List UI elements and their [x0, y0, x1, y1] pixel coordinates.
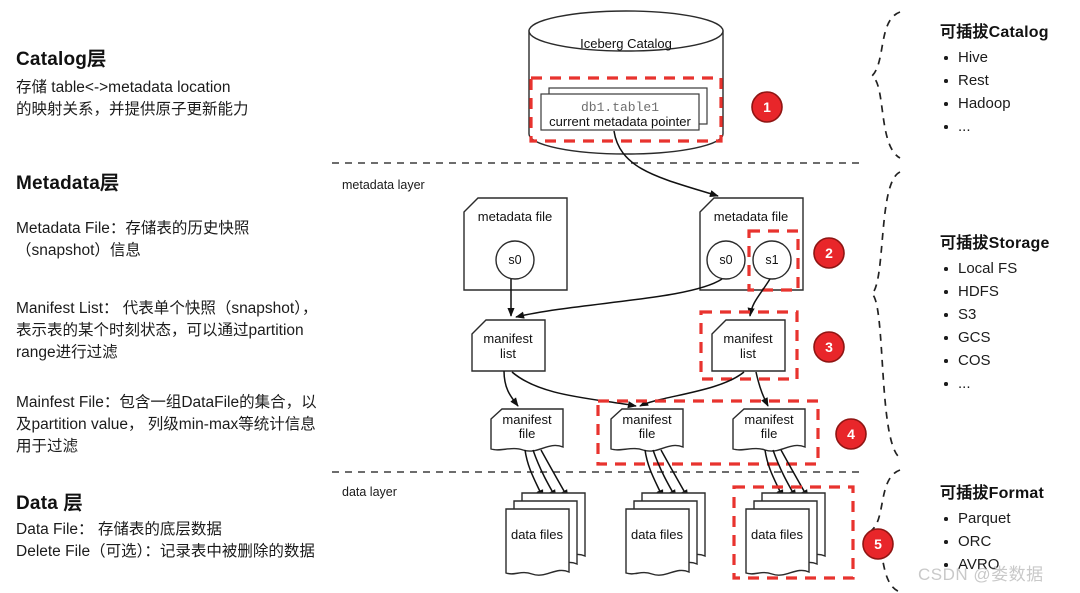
current-metadata-pointer-box: db1.table1 current metadata pointer — [540, 87, 708, 131]
pointer-caption: current metadata pointer — [549, 114, 691, 129]
manifest-file-3-line2: file — [761, 426, 778, 441]
metadata-file-right: metadata file s0 s1 — [699, 197, 804, 291]
data-files-stack-1-label: data files — [511, 527, 564, 542]
link-mfile3-to-datafiles-a — [764, 449, 784, 499]
manifest-list-left-line1: manifest — [483, 331, 533, 346]
watermark: CSDN @娄数据 — [918, 565, 1044, 584]
link-mfile1-to-datafiles-c — [540, 449, 569, 499]
metadata-file-left: metadata file s0 — [463, 197, 568, 291]
badge-1: 1 — [751, 91, 783, 123]
badge-4-number: 4 — [847, 426, 855, 442]
snapshot-s0-left: s0 — [508, 253, 521, 267]
data-files-stack-3: data files — [745, 492, 826, 576]
manifest-file-1-line1: manifest — [502, 412, 552, 427]
architecture-svg: metadata layer data layer Iceberg Catalo… — [332, 10, 901, 593]
snapshot-s1-right: s1 — [765, 253, 778, 267]
link-mfile2-to-datafiles-c — [660, 449, 689, 499]
manifest-list-right: manifest list — [711, 319, 786, 372]
manifest-file-2-line2: file — [639, 426, 656, 441]
data-files-stack-2-label: data files — [631, 527, 684, 542]
badge-3-number: 3 — [825, 339, 833, 355]
manifest-list-left-line2: list — [500, 346, 516, 361]
catalog-cylinder-label: Iceberg Catalog — [580, 36, 672, 51]
badge-5: 5 — [862, 528, 894, 560]
manifest-file-2: manifest file — [610, 408, 684, 452]
metadata-file-left-label: metadata file — [478, 209, 552, 224]
badge-5-number: 5 — [874, 536, 882, 552]
manifest-list-left: manifest list — [471, 319, 546, 372]
link-mfile2-to-datafiles-a — [644, 449, 664, 499]
snapshot-s0-right: s0 — [719, 253, 732, 267]
data-files-stack-2: data files — [625, 492, 706, 576]
manifest-file-1: manifest file — [490, 408, 564, 452]
link-mlleft-to-mfile1 — [503, 370, 519, 407]
pointer-table-name: db1.table1 — [581, 100, 659, 115]
manifest-file-3: manifest file — [732, 408, 806, 452]
brace-catalog — [870, 11, 901, 159]
link-mfile1-to-datafiles-a — [524, 449, 544, 499]
data-files-stack-1: data files — [505, 492, 586, 576]
manifest-file-3-line1: manifest — [744, 412, 794, 427]
manifest-list-right-line2: list — [740, 346, 756, 361]
data-files-stack-3-label: data files — [751, 527, 804, 542]
manifest-list-right-line1: manifest — [723, 331, 773, 346]
badge-3: 3 — [813, 331, 845, 363]
badge-2: 2 — [813, 237, 845, 269]
manifest-file-1-line2: file — [519, 426, 536, 441]
diagram-canvas: Catalog层 存储 table<->metadata location 的映… — [0, 0, 1080, 593]
badge-4: 4 — [835, 418, 867, 450]
badge-1-number: 1 — [763, 99, 771, 115]
metadata-file-right-label: metadata file — [714, 209, 788, 224]
data-layer-label: data layer — [342, 485, 397, 499]
manifest-file-2-line1: manifest — [622, 412, 672, 427]
metadata-layer-label: metadata layer — [342, 178, 425, 192]
badge-2-number: 2 — [825, 245, 833, 261]
iceberg-catalog-cylinder: Iceberg Catalog — [528, 10, 724, 155]
link-mfile3-to-datafiles-c — [780, 449, 809, 499]
brace-storage — [870, 171, 901, 459]
